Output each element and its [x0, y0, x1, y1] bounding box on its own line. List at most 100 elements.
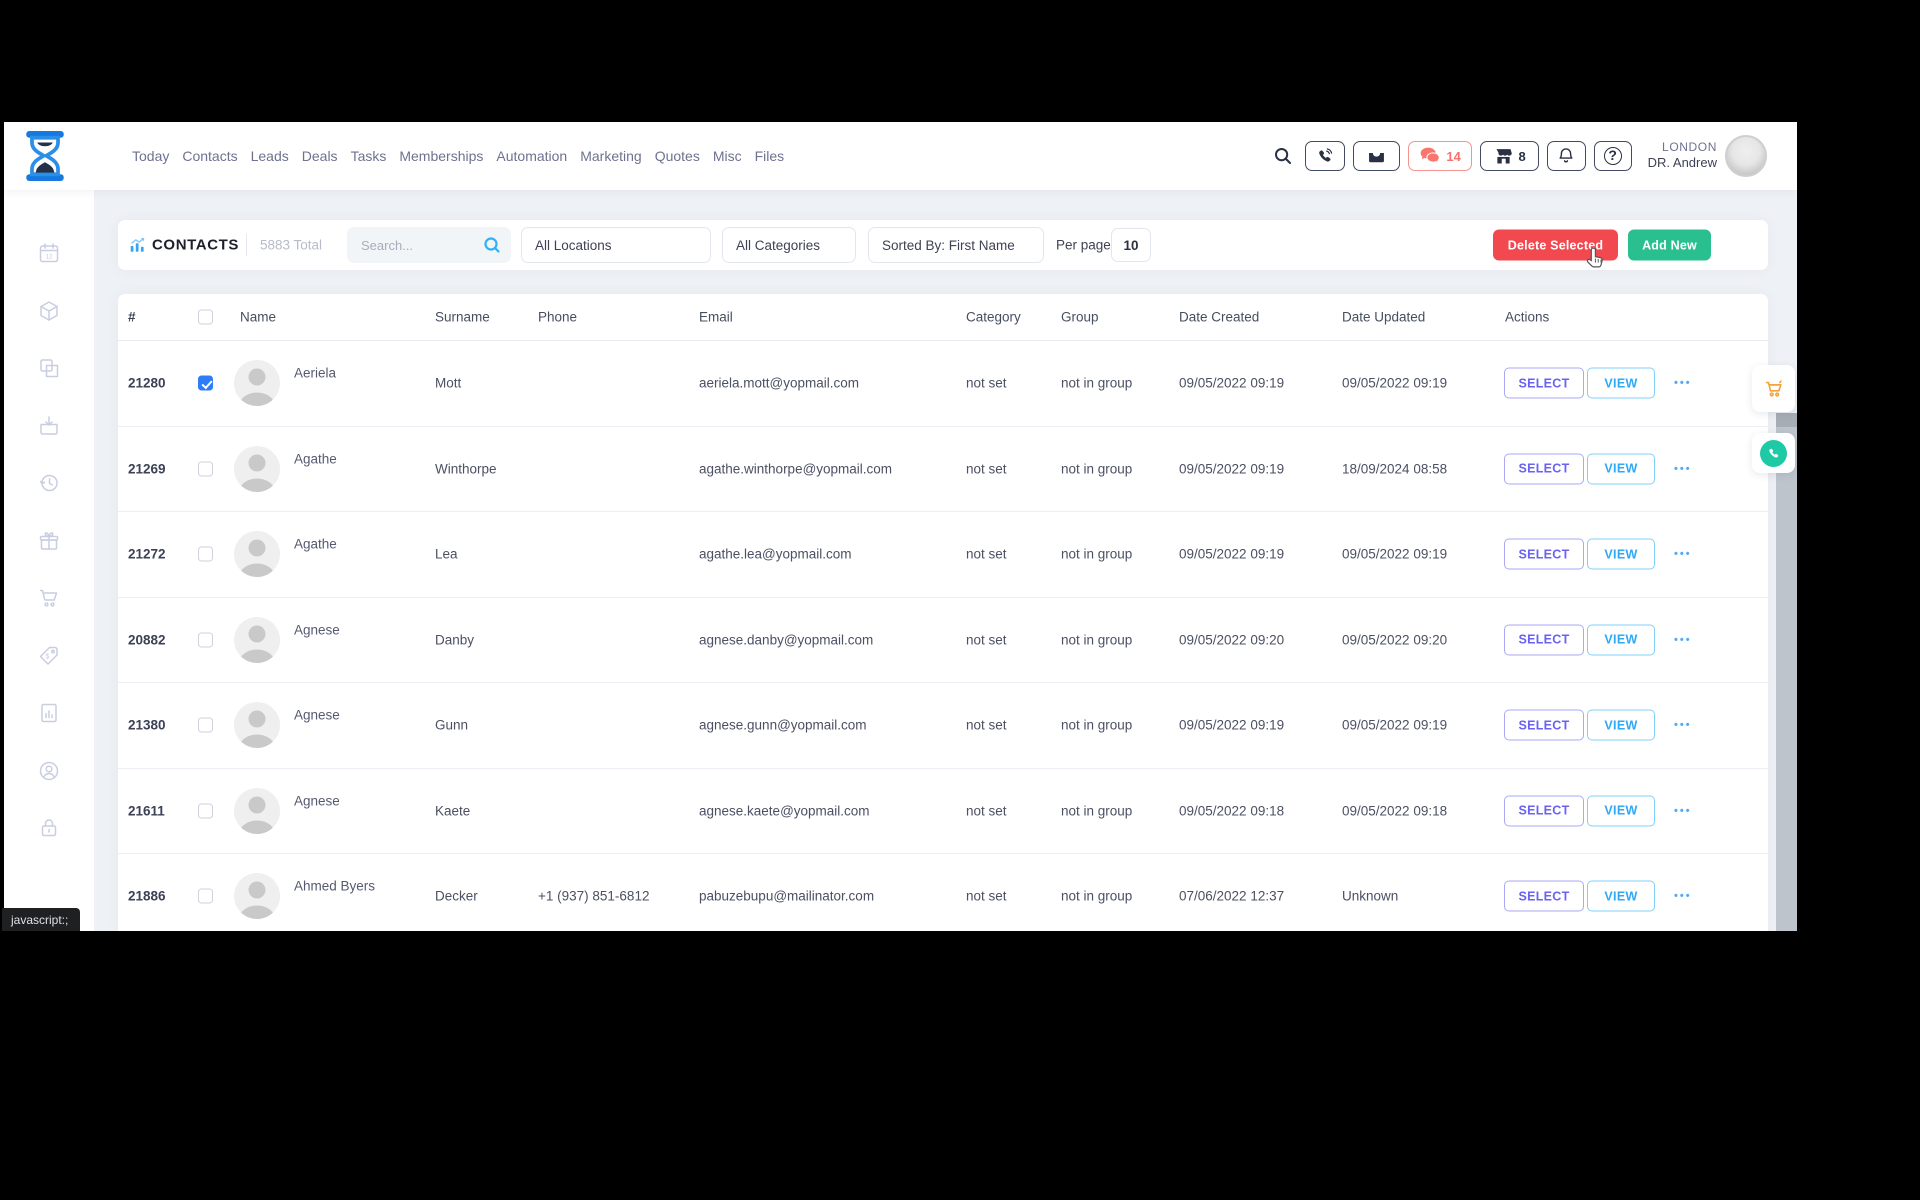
row-checkbox[interactable]	[198, 888, 213, 904]
header-phone: Phone	[538, 309, 578, 325]
search-icon[interactable]	[1271, 144, 1295, 168]
nav-item-quotes[interactable]: Quotes	[655, 148, 700, 164]
sidebar-item-packages[interactable]	[37, 299, 61, 323]
row-checkbox[interactable]	[198, 632, 213, 648]
row-checkbox[interactable]	[198, 461, 213, 477]
row-more-icon[interactable]: •••	[1674, 890, 1692, 902]
view-button[interactable]: VIEW	[1587, 538, 1655, 570]
row-checkbox[interactable]	[198, 546, 213, 562]
add-new-button[interactable]: Add New	[1628, 229, 1711, 261]
store-count-badge: 8	[1518, 148, 1526, 164]
row-more-icon[interactable]: •••	[1674, 377, 1692, 389]
nav-item-memberships[interactable]: Memberships	[399, 148, 483, 164]
contact-date-updated: 09/05/2022 09:19	[1342, 546, 1448, 562]
contact-surname: Gunn	[435, 717, 469, 733]
row-checkbox[interactable]	[198, 803, 213, 819]
categories-filter[interactable]: All Categories	[722, 227, 856, 263]
sidebar-item-account[interactable]	[37, 759, 61, 783]
row-more-icon[interactable]: •••	[1674, 805, 1692, 817]
row-more-icon[interactable]: •••	[1674, 548, 1692, 560]
select-button[interactable]: SELECT	[1504, 538, 1584, 570]
nav-item-tasks[interactable]: Tasks	[351, 148, 387, 164]
cart-widget-button[interactable]	[1752, 365, 1795, 412]
select-button[interactable]: SELECT	[1504, 453, 1584, 485]
nav-item-marketing[interactable]: Marketing	[580, 148, 641, 164]
phone-button[interactable]	[1304, 141, 1345, 171]
mouse-cursor	[1586, 247, 1603, 268]
sidebar-item-archive[interactable]	[37, 414, 61, 438]
select-button[interactable]: SELECT	[1504, 624, 1584, 656]
contact-id: 21611	[128, 803, 165, 819]
search-submit-icon[interactable]	[482, 235, 502, 255]
row-more-icon[interactable]: •••	[1674, 719, 1692, 731]
contact-surname: Kaete	[435, 803, 471, 819]
view-button[interactable]: VIEW	[1587, 624, 1655, 656]
sort-filter[interactable]: Sorted By: First Name	[868, 227, 1044, 263]
sidebar-item-copy[interactable]	[37, 356, 61, 380]
locations-filter[interactable]: All Locations	[521, 227, 711, 263]
nav-item-misc[interactable]: Misc	[713, 148, 742, 164]
user-avatar[interactable]	[1725, 135, 1767, 177]
contact-id: 21269	[128, 461, 166, 477]
view-button[interactable]: VIEW	[1587, 709, 1655, 741]
nav-item-deals[interactable]: Deals	[302, 148, 338, 164]
view-button[interactable]: VIEW	[1587, 367, 1655, 399]
sidebar-item-history[interactable]	[37, 471, 61, 495]
nav-item-today[interactable]: Today	[132, 148, 169, 164]
contact-first-name: Agnese	[294, 622, 340, 638]
sidebar-item-gifts[interactable]	[37, 529, 61, 553]
notifications-button[interactable]	[1546, 141, 1586, 171]
header-id: #	[128, 309, 136, 325]
whatsapp-widget-button[interactable]	[1752, 433, 1795, 473]
sidebar-item-security[interactable]	[37, 816, 61, 840]
sidebar-item-reports[interactable]	[37, 701, 61, 725]
nav-item-contacts[interactable]: Contacts	[182, 148, 237, 164]
inbox-button[interactable]	[1352, 141, 1400, 171]
row-checkbox[interactable]	[198, 375, 213, 391]
select-all-checkbox[interactable]	[198, 309, 213, 325]
store-button[interactable]: 8	[1479, 141, 1539, 171]
contact-category: not set	[966, 717, 1007, 733]
lock-icon	[41, 819, 57, 837]
sidebar-item-orders[interactable]	[37, 586, 61, 610]
archive-download-icon	[40, 415, 58, 435]
help-button[interactable]: ?	[1593, 141, 1632, 171]
contact-first-name: Aeriela	[294, 365, 337, 381]
divider	[246, 234, 247, 256]
gift-icon	[39, 531, 59, 550]
sidebar-item-pricing[interactable]: $	[37, 644, 61, 668]
sidebar-item-calendar[interactable]: 12	[37, 241, 61, 265]
row-more-icon[interactable]: •••	[1674, 463, 1692, 475]
nav-item-automation[interactable]: Automation	[496, 148, 567, 164]
nav-item-leads[interactable]: Leads	[251, 148, 289, 164]
vertical-scrollbar[interactable]	[1776, 413, 1797, 931]
whatsapp-icon	[1760, 439, 1787, 467]
user-block[interactable]: LONDON DR. Andrew	[1648, 140, 1717, 171]
nav-item-files[interactable]: Files	[755, 148, 785, 164]
contact-surname: Winthorpe	[435, 461, 497, 477]
contact-date-updated: 18/09/2024 08:58	[1342, 461, 1448, 477]
view-button[interactable]: VIEW	[1587, 795, 1655, 827]
svg-text:$: $	[46, 653, 50, 660]
copy-icon	[40, 359, 59, 378]
select-button[interactable]: SELECT	[1504, 795, 1584, 827]
row-more-icon[interactable]: •••	[1674, 634, 1692, 646]
chat-button[interactable]: 14	[1407, 141, 1472, 171]
view-button[interactable]: VIEW	[1587, 453, 1655, 485]
contacts-toolbar: CONTACTS 5883 Total All Locations All Ca…	[118, 220, 1768, 270]
select-button[interactable]: SELECT	[1504, 367, 1584, 399]
user-location: LONDON	[1662, 140, 1717, 155]
view-button[interactable]: VIEW	[1587, 880, 1655, 912]
select-button[interactable]: SELECT	[1504, 709, 1584, 741]
price-tag-icon: $	[39, 646, 58, 665]
per-page-input[interactable]	[1111, 228, 1151, 262]
header-group: Group	[1061, 309, 1099, 325]
row-checkbox[interactable]	[198, 717, 213, 733]
contact-date-created: 07/06/2022 12:37	[1179, 888, 1285, 904]
header-date-created: Date Created	[1179, 309, 1260, 325]
cart-icon	[39, 589, 58, 607]
table-row: 21280 Aeriela Mott aeriela.mott@yopmail.…	[118, 341, 1768, 426]
contact-surname: Decker	[435, 888, 478, 904]
hourglass-logo[interactable]	[22, 131, 68, 181]
select-button[interactable]: SELECT	[1504, 880, 1584, 912]
